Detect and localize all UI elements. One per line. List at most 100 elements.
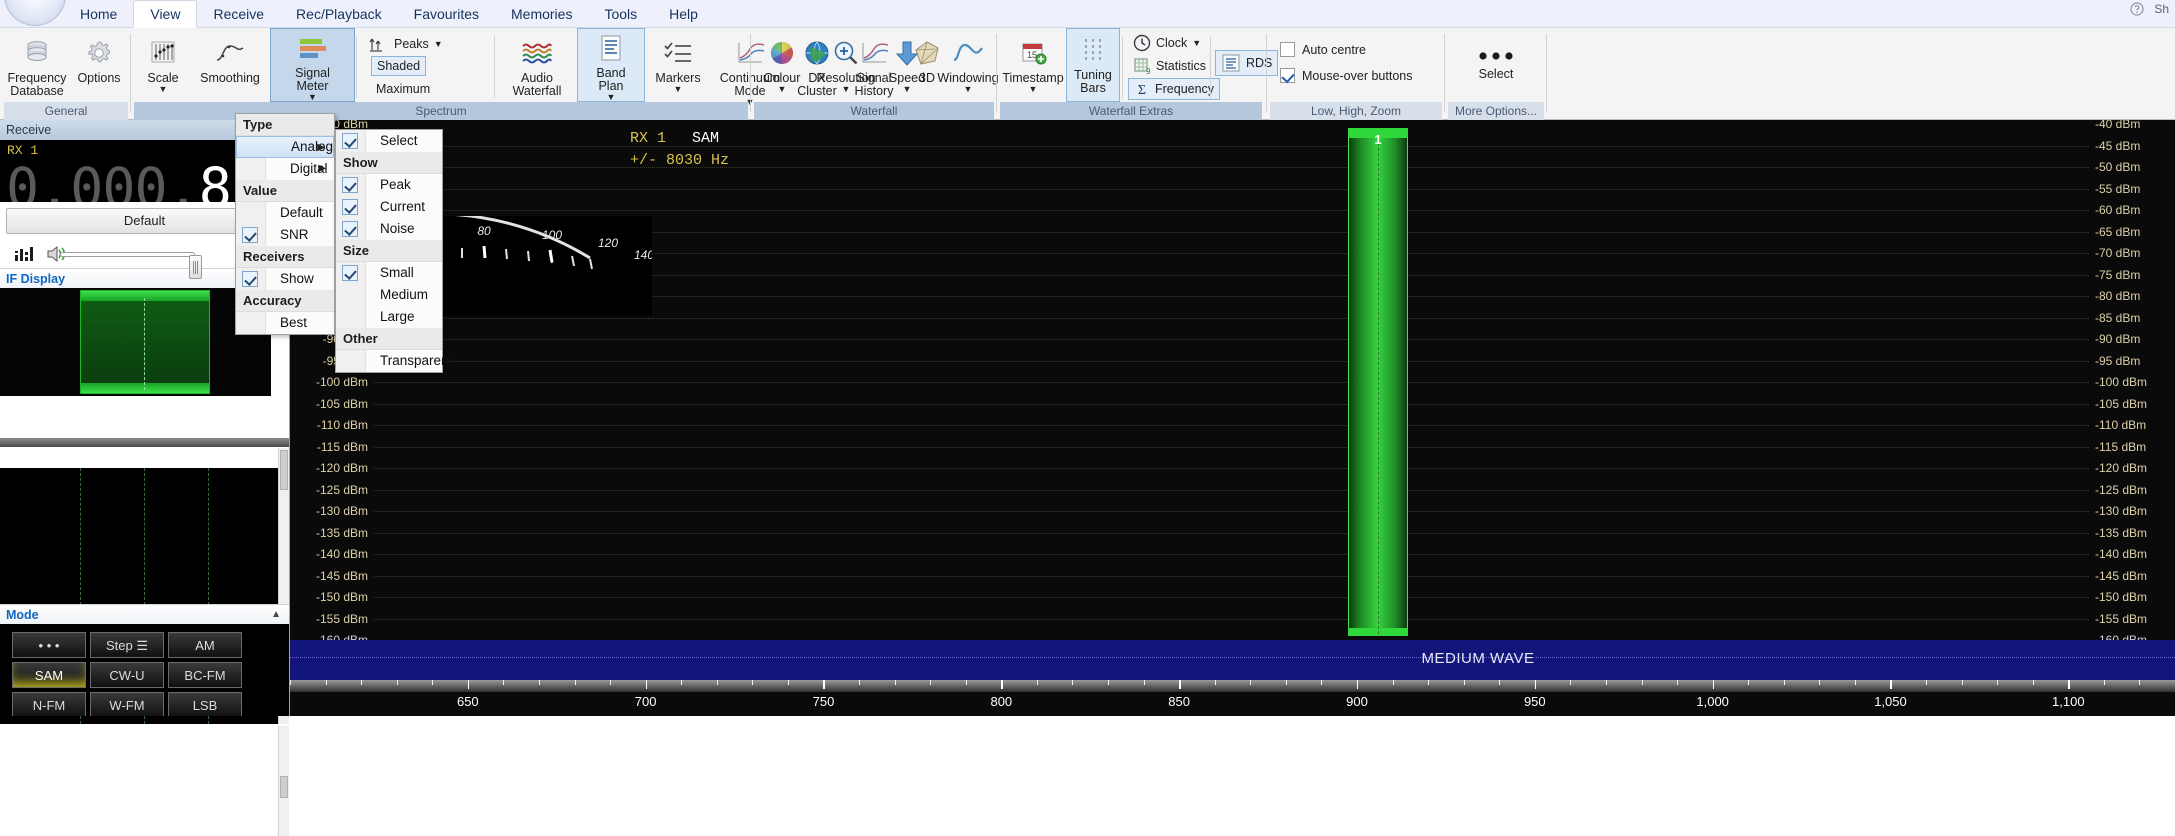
frequency-button[interactable]: Σ Frequency (1128, 78, 1221, 100)
spectrum-display[interactable]: -40 dBm-40 dBm-45 dBm-45 dBm-50 dBm-50 d… (290, 120, 2175, 716)
markers-button[interactable]: Markers ▼ (647, 32, 709, 94)
shaded-button[interactable]: Shaded (371, 56, 427, 76)
menu-item-view[interactable]: View (133, 0, 198, 28)
timestamp-button[interactable]: 15 Timestamp ▼ (1000, 32, 1066, 94)
chevron-down-icon[interactable]: ▼ (308, 93, 317, 102)
statistics-button[interactable]: 9 Statistics (1128, 55, 1211, 77)
submenu-item-peak[interactable]: Peak (336, 174, 442, 196)
chevron-down-icon[interactable]: ▼ (434, 40, 443, 49)
menu-item-digital[interactable]: Digital ▶ (236, 158, 334, 180)
menu-item-memories[interactable]: Memories (495, 0, 588, 28)
chevron-down-icon[interactable]: ▼ (964, 85, 973, 94)
band-plan-bar[interactable]: MEDIUM WAVE (290, 640, 2175, 680)
auto-centre-checkbox[interactable]: Auto centre (1280, 42, 1366, 57)
spectrum-y-label-left: -110 dBm (316, 418, 368, 432)
menu-item-tools[interactable]: Tools (588, 0, 653, 28)
spectrum-y-label-right: -105 dBm (2095, 396, 2148, 411)
analog-submenu[interactable]: Select Show Peak Current Noise Size Smal… (335, 129, 452, 373)
scale-button[interactable]: Scale ▼ (134, 32, 192, 94)
chevron-down-icon[interactable]: ▼ (674, 85, 683, 94)
spectrum-x-minor-tick (1926, 680, 1928, 685)
mode-button-step[interactable]: Step ☰ (90, 632, 164, 658)
audio-waterfall-button[interactable]: Audio Waterfall (499, 32, 575, 98)
menu-item-show-receivers[interactable]: Show (236, 268, 334, 290)
chevron-down-icon[interactable]: ▼ (1192, 39, 1201, 48)
ribbon-group-title-lowhighzoom: Low, High, Zoom (1270, 102, 1442, 120)
chevron-down-icon[interactable]: ▼ (842, 85, 851, 94)
rds-button[interactable]: RDS (1215, 50, 1279, 76)
speed-button[interactable]: Speed ▼ (882, 32, 932, 94)
spectrum-gridline (374, 360, 2089, 362)
mode-scrollbar-thumb[interactable] (280, 776, 288, 798)
more-options-select-button[interactable]: Select (1456, 42, 1536, 81)
chevron-down-icon[interactable]: ▼ (159, 85, 168, 94)
smoothing-button[interactable]: Smoothing (192, 32, 268, 85)
app-orb-button[interactable] (4, 0, 66, 26)
menu-item-default[interactable]: Default (236, 202, 334, 224)
spectrum-y-label-left: -130 dBm (315, 504, 368, 518)
menu-item-show-label: Show (280, 271, 314, 286)
if-display[interactable] (0, 288, 272, 396)
menu-item-rec-playback[interactable]: Rec/Playback (280, 0, 398, 28)
signal-meter-dropdown[interactable]: Type Analog ▶ Digital ▶ Value Default SN… (235, 113, 335, 335)
if-scrollbar-thumb[interactable] (280, 450, 288, 490)
submenu-item-medium[interactable]: Medium (336, 284, 442, 306)
menu-item-home[interactable]: Home (64, 0, 133, 28)
equalizer-icon[interactable] (14, 245, 34, 268)
mode-button-more[interactable]: • • • (12, 632, 86, 658)
band-plan-button[interactable]: Band Plan ▼ (577, 28, 645, 102)
spectrum-x-major-tick (645, 680, 648, 689)
mode-button-cwu[interactable]: CW-U (90, 662, 164, 688)
mode-button-sam[interactable]: SAM (12, 662, 86, 688)
menu-item-snr[interactable]: SNR (236, 224, 334, 246)
menu-item-help[interactable]: Help (653, 0, 714, 28)
maximum-button[interactable]: Maximum (371, 80, 435, 98)
submenu-item-large[interactable]: Large (336, 306, 442, 328)
mode-button-nfm[interactable]: N-FM (12, 692, 86, 716)
check-icon (342, 133, 358, 149)
colour-button[interactable]: Colour ▼ (754, 32, 810, 94)
clock-button[interactable]: Clock ▼ (1128, 32, 1206, 54)
menu-item-best[interactable]: Best (236, 312, 334, 334)
submenu-item-noise[interactable]: Noise (336, 218, 442, 240)
peaks-button[interactable]: Peaks ▼ (364, 34, 448, 54)
meter-tick-140: 140 (633, 248, 652, 262)
window-title-text: Sh (2154, 2, 2169, 16)
volume-slider[interactable] (60, 252, 202, 279)
mode-button-lsb[interactable]: LSB (168, 692, 242, 716)
frequency-database-button[interactable]: Frequency Database (4, 32, 70, 98)
submenu-item-current-label: Current (380, 199, 426, 214)
ribbon-group-lowhighzoom: Auto centre Mouse-over buttons Low, High… (1270, 28, 1442, 120)
resolution-button[interactable]: Resolution ▼ (810, 32, 882, 94)
chevron-right-icon: ▶ (318, 163, 326, 174)
windowing-button[interactable]: Windowing ▼ (932, 32, 1004, 94)
chevron-down-icon[interactable]: ▼ (778, 85, 787, 94)
if-passband[interactable] (80, 290, 210, 394)
menu-item-analog[interactable]: Analog ▶ (236, 136, 334, 158)
submenu-item-select[interactable]: Select (336, 130, 442, 152)
options-button[interactable]: Options (70, 32, 128, 85)
menu-item-favourites[interactable]: Favourites (398, 0, 495, 28)
chevron-down-icon[interactable]: ▼ (1029, 85, 1038, 94)
submenu-item-current[interactable]: Current (336, 196, 442, 218)
mouse-over-buttons-checkbox[interactable]: Mouse-over buttons (1280, 68, 1412, 83)
mode-button-am[interactable]: AM (168, 632, 242, 658)
submenu-item-transparent[interactable]: Transparent (336, 350, 452, 372)
collapse-icon[interactable]: ▲ (271, 605, 281, 625)
submenu-item-small[interactable]: Small (336, 262, 442, 284)
svg-text:Σ: Σ (1138, 83, 1146, 97)
tuning-bars-button[interactable]: Tuning Bars (1066, 28, 1120, 102)
spectrum-y-label-right: -130 dBm (2095, 504, 2148, 518)
spectrum-gridline (374, 554, 2089, 555)
signal-meter-button[interactable]: Signal Meter ▼ (270, 28, 355, 102)
spectrum-x-minor-tick (1428, 680, 1430, 685)
mode-scrollbar[interactable] (278, 726, 289, 836)
chevron-down-icon[interactable]: ▼ (607, 93, 616, 102)
mode-button-wfm[interactable]: W-FM (90, 692, 164, 716)
mode-button-bcfm[interactable]: BC-FM (168, 662, 242, 688)
help-circle-icon[interactable] (2130, 2, 2144, 16)
chevron-down-icon[interactable]: ▼ (903, 85, 912, 94)
volume-slider-knob[interactable] (189, 255, 202, 279)
menu-item-receive[interactable]: Receive (197, 0, 280, 28)
submenu-header-show: Show (336, 152, 442, 174)
